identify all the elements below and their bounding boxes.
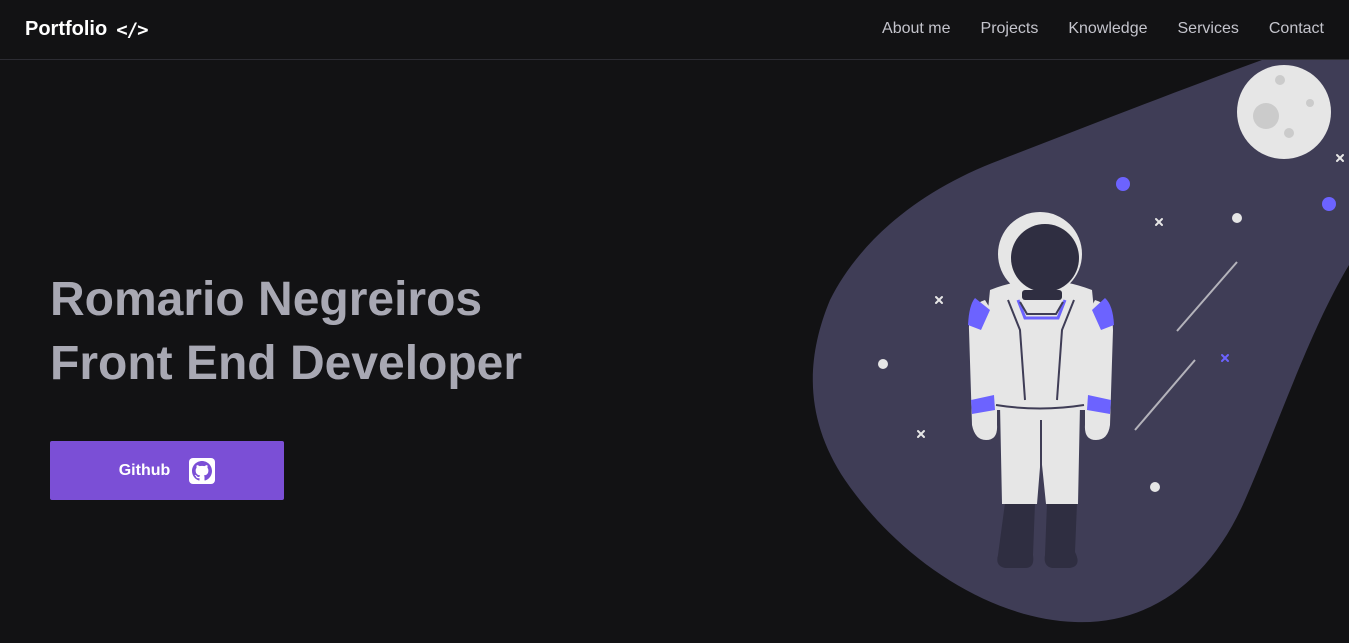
hero-role: Front End Developer <box>50 337 523 390</box>
nav-link-projects[interactable]: Projects <box>981 20 1039 38</box>
nav-link-knowledge[interactable]: Knowledge <box>1068 20 1147 38</box>
code-icon: </> <box>116 18 148 41</box>
astronaut-illustration <box>812 60 1349 623</box>
hero-name: Romario Negreiros <box>50 273 483 326</box>
github-button[interactable]: Github <box>50 441 284 500</box>
github-icon <box>189 457 216 484</box>
hero-title: Romario Negreiros Front End Developer <box>50 268 522 396</box>
nav-link-about-me[interactable]: About me <box>882 20 950 38</box>
moon-icon <box>1237 65 1331 159</box>
top-header: Portfolio </> About me Projects Knowledg… <box>0 0 1349 60</box>
github-button-label: Github <box>118 461 171 479</box>
main-nav: About me Projects Knowledge Services Con… <box>882 20 1324 38</box>
brand-logo[interactable]: Portfolio </> <box>25 18 149 41</box>
brand-name: Portfolio <box>25 18 108 40</box>
nav-link-contact[interactable]: Contact <box>1269 20 1324 38</box>
nav-link-services[interactable]: Services <box>1178 20 1239 38</box>
